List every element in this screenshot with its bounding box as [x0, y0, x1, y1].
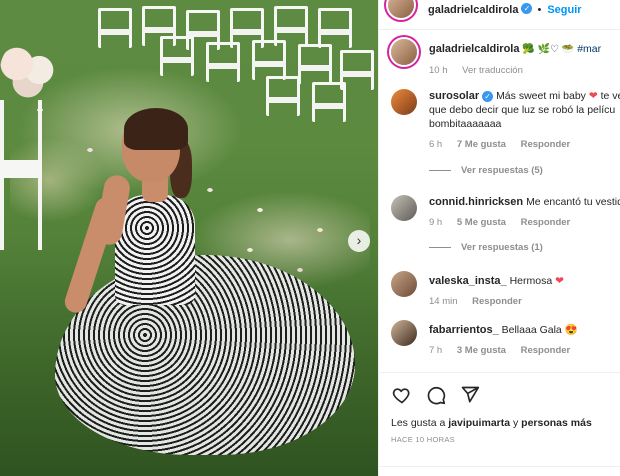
heart-eyes-emoji: 😍: [564, 324, 578, 336]
avatar[interactable]: [391, 89, 417, 115]
reply-button[interactable]: Responder: [521, 217, 571, 228]
comment-item: surosolar✓ Más sweet mi baby ❤ te ve que…: [391, 89, 620, 152]
reply-button[interactable]: Responder: [521, 345, 571, 356]
reply-button[interactable]: Responder: [472, 296, 522, 307]
caption-author[interactable]: galadrielcaldirola: [429, 43, 519, 55]
view-replies-button[interactable]: Ver respuestas (1): [429, 242, 543, 253]
post-timestamp: HACE 10 HORAS: [391, 435, 455, 444]
avatar[interactable]: [391, 320, 417, 346]
follow-button[interactable]: Seguir: [547, 4, 581, 16]
comment-time: 9 h: [429, 217, 443, 228]
hashtag-link[interactable]: #mar: [577, 43, 601, 55]
comment-item: connid.hinricksen Me encantó tu vestido …: [391, 195, 620, 230]
chevron-right-icon[interactable]: ›: [348, 230, 370, 252]
see-translation-button[interactable]: Ver traducción: [462, 65, 523, 76]
chair-foreground: [0, 100, 42, 250]
post-actions: Les gusta a javipuimarta y personas más …: [379, 372, 620, 444]
comment-text: Bellaaa Gala: [501, 324, 562, 336]
comment-text-end: te ve: [600, 90, 620, 102]
avatar[interactable]: [391, 271, 417, 297]
white-chairs: [90, 0, 378, 130]
verified-icon: ✓: [482, 90, 494, 102]
avatar[interactable]: [391, 195, 417, 221]
instagram-post-view: › galadrielcaldirola ✓ • Seguir galadrielca…: [0, 0, 620, 476]
comment-icon[interactable]: [425, 384, 447, 406]
liker-username[interactable]: javipuimarta: [448, 417, 510, 429]
view-replies-button[interactable]: Ver respuestas (5): [429, 165, 543, 176]
comment-text: Hermosa: [509, 275, 553, 287]
red-heart-icon: ❤: [555, 275, 564, 287]
comment-time: 6 h: [429, 139, 443, 150]
share-icon[interactable]: [459, 384, 481, 406]
comment-username[interactable]: connid.hinricksen: [429, 196, 523, 208]
post-author-username[interactable]: galadrielcaldirola: [428, 4, 518, 16]
comment-text: Me encantó tu vestido: [526, 196, 620, 208]
add-comment-bar[interactable]: [379, 466, 620, 476]
comment-username[interactable]: fabarrientos_: [429, 324, 499, 336]
post-sidebar: galadrielcaldirola ✓ • Seguir galadrielcald…: [378, 0, 620, 476]
comment-text-line2: que debo decir que luz se robó la pelícu: [429, 104, 616, 116]
comment-time: 14 min: [429, 296, 458, 307]
comment-item: valeska_insta_ Hermosa ❤ 14 min Responde…: [391, 271, 620, 309]
flower-bouquet: [0, 40, 56, 100]
action-icons: [391, 383, 609, 407]
comment-likes[interactable]: 3 Me gusta: [457, 345, 506, 356]
heart-icon[interactable]: [391, 384, 413, 406]
red-heart-icon: ❤: [588, 90, 598, 102]
caption-emojis: 🥦 🌿♡ 🥗: [522, 44, 575, 55]
avatar[interactable]: [391, 39, 417, 65]
avatar[interactable]: [388, 0, 414, 18]
comment-username[interactable]: valeska_insta_: [429, 275, 507, 287]
comment-time: 7 h: [429, 345, 443, 356]
post-header: galadrielcaldirola ✓ • Seguir: [379, 0, 620, 30]
others-link[interactable]: personas más: [521, 417, 592, 429]
comment-likes[interactable]: 7 Me gusta: [457, 139, 506, 150]
post-photo[interactable]: ›: [0, 0, 378, 476]
caption-time: 10 h: [429, 65, 448, 76]
comment-text-line3: bombitaaaaaaa: [429, 118, 502, 130]
comments-list: galadrielcaldirola 🥦 🌿♡ 🥗 #mar 10 h Ver …: [379, 31, 620, 371]
comment-item: fabarrientos_ Bellaaa Gala 😍 7 h 3 Me gu…: [391, 320, 620, 358]
separator-dot: •: [537, 4, 542, 16]
comment-text: Más sweet mi baby: [496, 90, 586, 102]
verified-icon: ✓: [521, 3, 533, 15]
comment-likes[interactable]: 5 Me gusta: [457, 217, 506, 228]
reply-button[interactable]: Responder: [521, 139, 571, 150]
caption: galadrielcaldirola 🥦 🌿♡ 🥗 #mar 10 h Ver …: [391, 39, 620, 78]
likes-summary: Les gusta a javipuimarta y personas más: [391, 417, 592, 429]
comment-username[interactable]: surosolar: [429, 90, 479, 102]
